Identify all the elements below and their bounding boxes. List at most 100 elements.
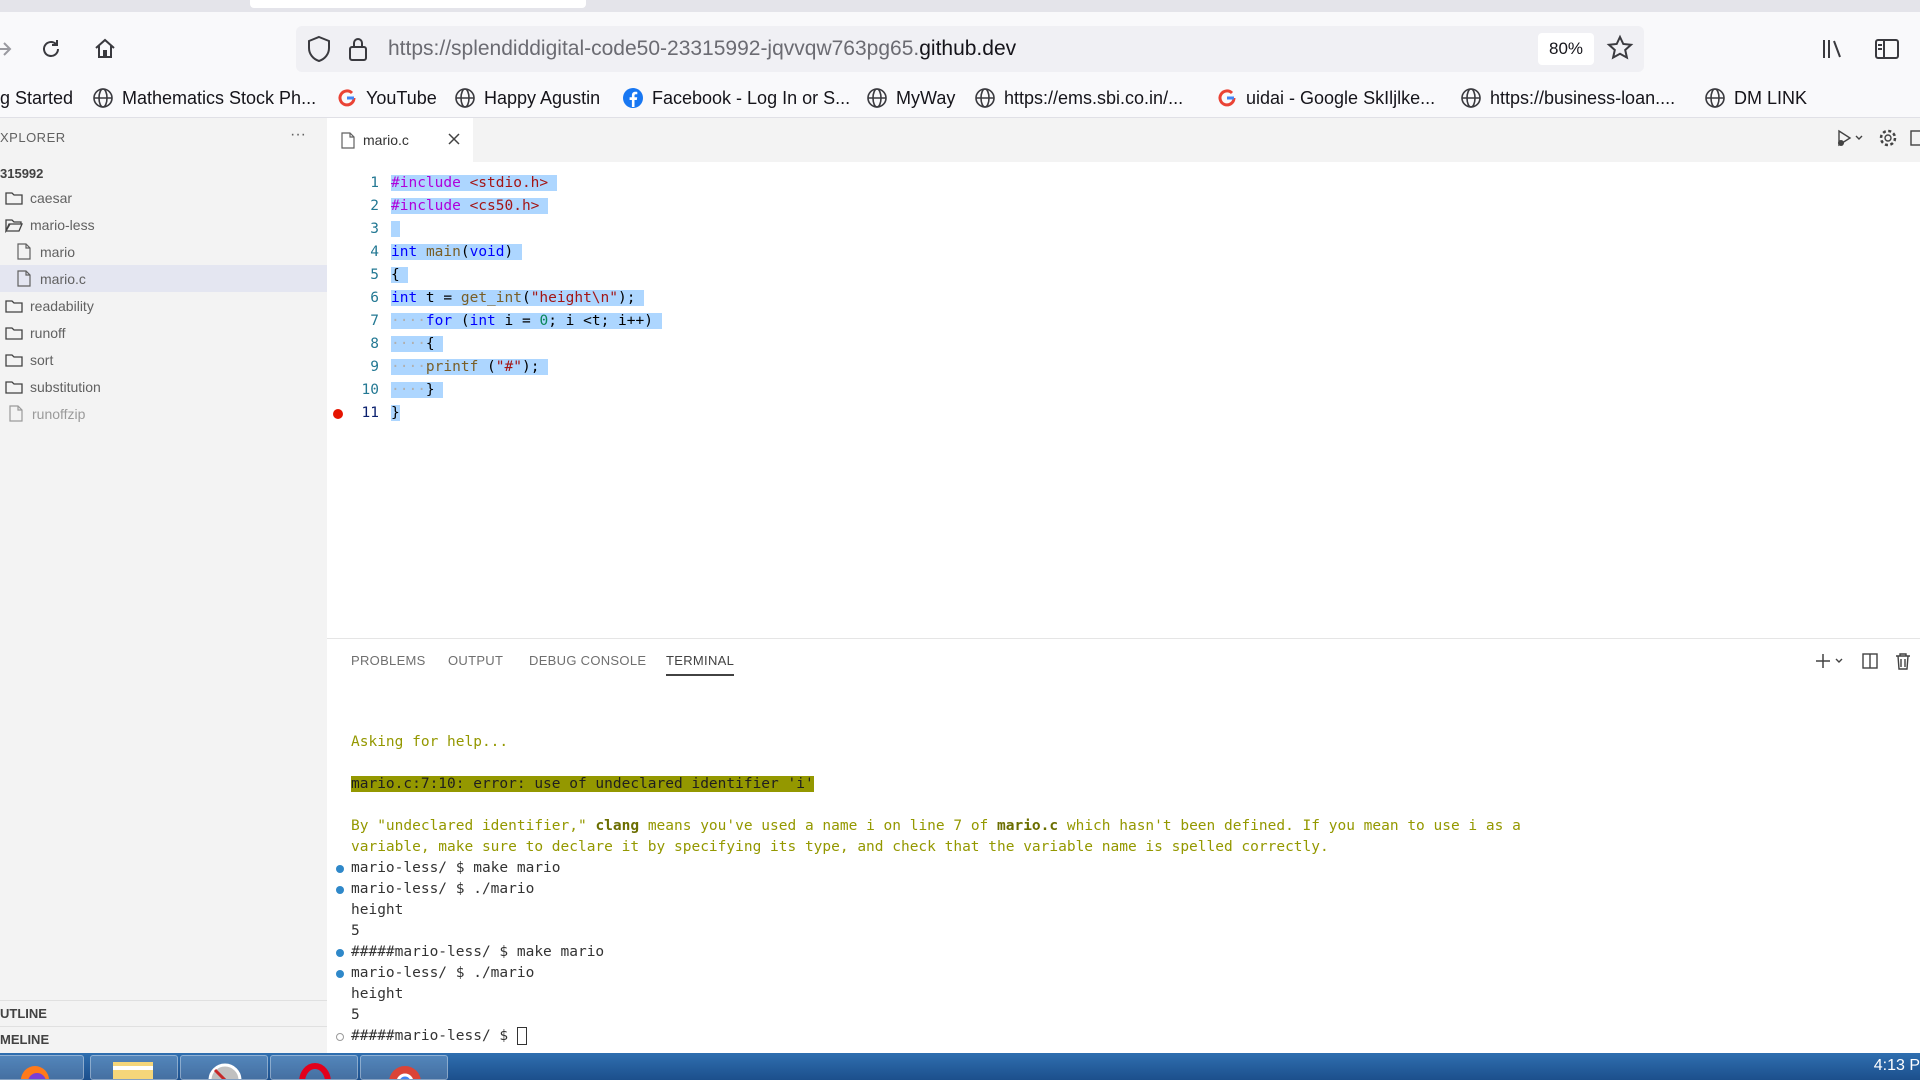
shield-icon[interactable] <box>306 35 332 68</box>
tab-output[interactable]: OUTPUT <box>448 653 503 668</box>
folder-icon <box>4 323 24 343</box>
terminal-line: mario-less/ $ ./mario <box>351 881 535 897</box>
panel-actions <box>1814 651 1912 676</box>
bookmark-happy-agustin[interactable]: Happy Agustin <box>454 84 600 112</box>
tree-item-substitution[interactable]: substitution <box>0 373 327 400</box>
code-line: 6 int t = get_int("height\n"); <box>370 290 645 306</box>
globe-icon <box>1704 87 1726 109</box>
url-bar[interactable]: https://splendiddigital-code50-23315992-… <box>296 26 1644 72</box>
globe-icon <box>974 87 996 109</box>
sidebar-toggle-icon[interactable] <box>1870 32 1904 66</box>
tree-item-mario-less[interactable]: mario-less <box>0 211 327 238</box>
terminal-line: Asking for help... <box>351 734 509 750</box>
home-icon[interactable] <box>88 32 122 66</box>
terminal-line: mario-less/ $ make mario <box>351 860 561 876</box>
file-explorer-taskbar-button[interactable] <box>90 1055 178 1080</box>
file-icon <box>14 242 34 262</box>
firefox-taskbar-button[interactable] <box>0 1055 84 1080</box>
globe-icon <box>92 87 114 109</box>
terminal-prompt-line: #####mario-less/ $ <box>351 1026 527 1047</box>
opera-taskbar-button[interactable] <box>270 1055 358 1080</box>
code-line: 10 ····} <box>361 382 444 398</box>
command-status-dot[interactable] <box>336 949 344 957</box>
explorer-root-folder[interactable]: 315992 <box>0 166 43 181</box>
terminal-error-line: mario.c:7:10: error: use of undeclared i… <box>351 776 814 792</box>
google-icon <box>1216 87 1238 109</box>
tree-item-runoff[interactable]: runoff <box>0 319 327 346</box>
code-line: 9 ····printf ("#"); <box>370 359 549 375</box>
split-editor-icon[interactable] <box>1910 128 1920 153</box>
tree-item-caesar[interactable]: caesar <box>0 184 327 211</box>
lock-icon[interactable] <box>346 35 370 68</box>
tab-terminal[interactable]: TERMINAL <box>666 653 735 676</box>
bookmark-mathematics[interactable]: Mathematics Stock Ph... <box>92 84 316 112</box>
code-line: 2 #include <cs50.h> <box>327 195 1920 218</box>
bookmark-star-icon[interactable] <box>1606 34 1634 67</box>
bookmark-myway[interactable]: MyWay <box>866 84 955 112</box>
close-icon[interactable] <box>445 130 463 151</box>
taskbar-clock[interactable]: 4:13 P <box>1874 1057 1920 1075</box>
chrome-taskbar-button[interactable] <box>360 1055 448 1080</box>
explorer-title: XPLORER <box>0 130 66 145</box>
bookmark-facebook[interactable]: Facebook - Log In or S... <box>622 84 850 112</box>
folder-icon <box>4 350 24 370</box>
editor-actions <box>1836 128 1920 153</box>
run-debug-icon[interactable] <box>1836 128 1866 153</box>
tab-debug-console[interactable]: DEBUG CONSOLE <box>529 653 646 668</box>
tree-item-mario-c[interactable]: mario.c <box>0 265 327 292</box>
browser-nav-bar: https://splendiddigital-code50-23315992-… <box>0 12 1920 78</box>
app-taskbar-button[interactable] <box>180 1055 268 1080</box>
outline-section[interactable]: UTLINE <box>0 1000 327 1026</box>
windows-taskbar: 4:13 P <box>0 1053 1920 1080</box>
globe-icon <box>454 87 476 109</box>
globe-icon <box>866 87 888 109</box>
explorer-more-button[interactable]: ··· <box>290 126 306 144</box>
browser-active-tab[interactable] <box>250 0 586 8</box>
file-icon <box>6 404 26 424</box>
code-line: 1 #include <stdio.h> <box>327 172 1920 195</box>
trash-icon[interactable] <box>1894 651 1912 676</box>
file-icon <box>14 269 34 289</box>
tab-problems[interactable]: PROBLEMS <box>351 653 426 668</box>
timeline-section[interactable]: MELINE <box>0 1026 327 1052</box>
code-line: 11} <box>327 402 1920 425</box>
command-status-dot[interactable] <box>336 1033 344 1041</box>
bookmark-business-loan[interactable]: https://business-loan.... <box>1460 84 1675 112</box>
bookmark-dm-link[interactable]: DM LINK <box>1704 84 1807 112</box>
terminal-cursor <box>516 1027 527 1045</box>
bookmark-getting-started[interactable]: g Started <box>0 84 73 112</box>
tree-item-runoffzip[interactable]: runoffzip <box>0 400 327 427</box>
tree-item-mario[interactable]: mario <box>0 238 327 265</box>
editor-tab-mario-c[interactable]: mario.c <box>327 118 473 162</box>
editor-tab-bar: mario.c <box>327 118 1920 162</box>
gear-icon[interactable] <box>1878 128 1898 153</box>
code-line: 5{ <box>370 267 409 283</box>
folder-open-icon <box>4 215 24 235</box>
library-icon[interactable] <box>1816 32 1850 66</box>
command-status-dot[interactable] <box>336 886 344 894</box>
bookmark-youtube[interactable]: YouTube <box>336 84 437 112</box>
bookmark-uidai[interactable]: uidai - Google SkIljlke... <box>1216 84 1435 112</box>
zoom-level-badge[interactable]: 80% <box>1538 33 1594 65</box>
command-status-dot[interactable] <box>336 970 344 978</box>
code-line: 8 ····{ <box>370 336 444 352</box>
folder-icon <box>4 188 24 208</box>
code-line: 3 <box>327 218 1920 241</box>
bookmark-ems-sbi[interactable]: https://ems.sbi.co.in/... <box>974 84 1183 112</box>
tree-item-sort[interactable]: sort <box>0 346 327 373</box>
new-terminal-icon[interactable] <box>1814 651 1846 676</box>
url-text[interactable]: https://splendiddigital-code50-23315992-… <box>388 37 1016 61</box>
reload-icon[interactable] <box>34 32 68 66</box>
bottom-panel: PROBLEMS OUTPUT DEBUG CONSOLE TERMINAL A… <box>327 638 1920 1053</box>
tree-item-readability[interactable]: readability <box>0 292 327 319</box>
terminal-line: By "undeclared identifier," clang means … <box>351 818 1521 834</box>
browser-tab-strip <box>0 0 1920 12</box>
folder-icon <box>4 377 24 397</box>
terminal-line: variable, make sure to declare it by spe… <box>351 839 1329 855</box>
forward-icon[interactable] <box>0 32 20 66</box>
globe-icon <box>1460 87 1482 109</box>
split-terminal-icon[interactable] <box>1860 651 1880 676</box>
command-status-dot[interactable] <box>336 865 344 873</box>
folder-icon <box>4 296 24 316</box>
code-editor[interactable]: 1 #include <stdio.h> 2 #include <cs50.h> 3… <box>327 162 1920 638</box>
